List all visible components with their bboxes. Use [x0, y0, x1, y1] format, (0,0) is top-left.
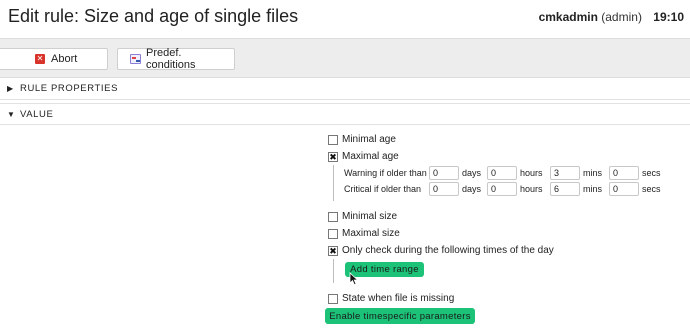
maximal-size-checkbox[interactable]: [328, 228, 338, 239]
time-range-subtree-bar: [333, 259, 334, 283]
predef-conditions-icon: [130, 54, 141, 64]
maximal-age-row: ✖ Maximal age: [328, 151, 399, 162]
user-info: cmkadmin (admin) 19:10: [539, 10, 684, 24]
maximal-age-subtree-bar: [333, 165, 334, 201]
critical-level-row: Critical if older than days hours mins s…: [344, 182, 669, 196]
critical-secs-unit: secs: [642, 184, 661, 194]
section-rule-properties[interactable]: ▶ RULE PROPERTIES: [0, 78, 690, 100]
state-missing-row: State when file is missing: [328, 293, 454, 304]
section-value[interactable]: ▼ VALUE: [0, 103, 690, 125]
predef-conditions-button[interactable]: Predef. conditions: [117, 47, 235, 71]
maximal-size-row: Maximal size: [328, 228, 400, 239]
critical-hours-input[interactable]: [487, 182, 517, 196]
only-check-times-label[interactable]: Only check during the following times of…: [342, 245, 554, 256]
enable-timespecific-button[interactable]: Enable timespecific parameters: [325, 308, 475, 324]
warning-secs-unit: secs: [642, 168, 661, 178]
section-value-label: VALUE: [20, 108, 54, 120]
minimal-age-label[interactable]: Minimal age: [342, 134, 396, 145]
collapse-triangle-icon: ▼: [7, 109, 16, 119]
page-title: Edit rule: Size and age of single files: [8, 6, 299, 26]
critical-days-input[interactable]: [429, 182, 459, 196]
critical-secs-input[interactable]: [609, 182, 639, 196]
only-check-times-checkbox[interactable]: ✖: [328, 245, 338, 256]
warning-mins-unit: mins: [583, 168, 603, 178]
abort-icon: ✕: [35, 54, 45, 64]
warning-level-row: Warning if older than days hours mins se…: [344, 166, 669, 180]
critical-days-unit: days: [462, 184, 482, 194]
critical-mins-input[interactable]: [550, 182, 580, 196]
warning-hours-input[interactable]: [487, 166, 517, 180]
state-missing-label[interactable]: State when file is missing: [342, 293, 454, 304]
critical-label: Critical if older than: [344, 184, 422, 194]
abort-button-label: Abort: [51, 53, 78, 65]
expand-triangle-icon: ▶: [7, 84, 14, 93]
minimal-size-checkbox[interactable]: [328, 211, 338, 222]
user-role: (admin): [601, 10, 642, 24]
minimal-age-row: Minimal age: [328, 134, 396, 145]
clock: 19:10: [653, 10, 684, 24]
critical-mins-unit: mins: [583, 184, 603, 194]
minimal-size-label[interactable]: Minimal size: [342, 211, 397, 222]
critical-hours-unit: hours: [520, 184, 543, 194]
predef-conditions-label: Predef. conditions: [146, 47, 196, 71]
warning-hours-unit: hours: [520, 168, 543, 178]
state-missing-checkbox[interactable]: [328, 293, 338, 304]
abort-button[interactable]: ✕ Abort: [0, 48, 108, 70]
warning-mins-input[interactable]: [550, 166, 580, 180]
warning-label: Warning if older than: [344, 168, 427, 178]
warning-secs-input[interactable]: [609, 166, 639, 180]
maximal-size-label[interactable]: Maximal size: [342, 228, 400, 239]
username[interactable]: cmkadmin: [539, 10, 598, 24]
minimal-size-row: Minimal size: [328, 211, 397, 222]
warning-days-input[interactable]: [429, 166, 459, 180]
mouse-cursor-icon: [349, 272, 359, 286]
maximal-age-checkbox[interactable]: ✖: [328, 151, 338, 162]
section-rule-properties-label: RULE PROPERTIES: [20, 83, 119, 94]
page-header: Edit rule: Size and age of single files …: [0, 0, 690, 38]
warning-days-unit: days: [462, 168, 482, 178]
toolbar: ✕ Abort Predef. conditions: [0, 38, 690, 78]
maximal-age-label[interactable]: Maximal age: [342, 151, 399, 162]
minimal-age-checkbox[interactable]: [328, 134, 338, 145]
only-check-times-row: ✖ Only check during the following times …: [328, 245, 554, 256]
